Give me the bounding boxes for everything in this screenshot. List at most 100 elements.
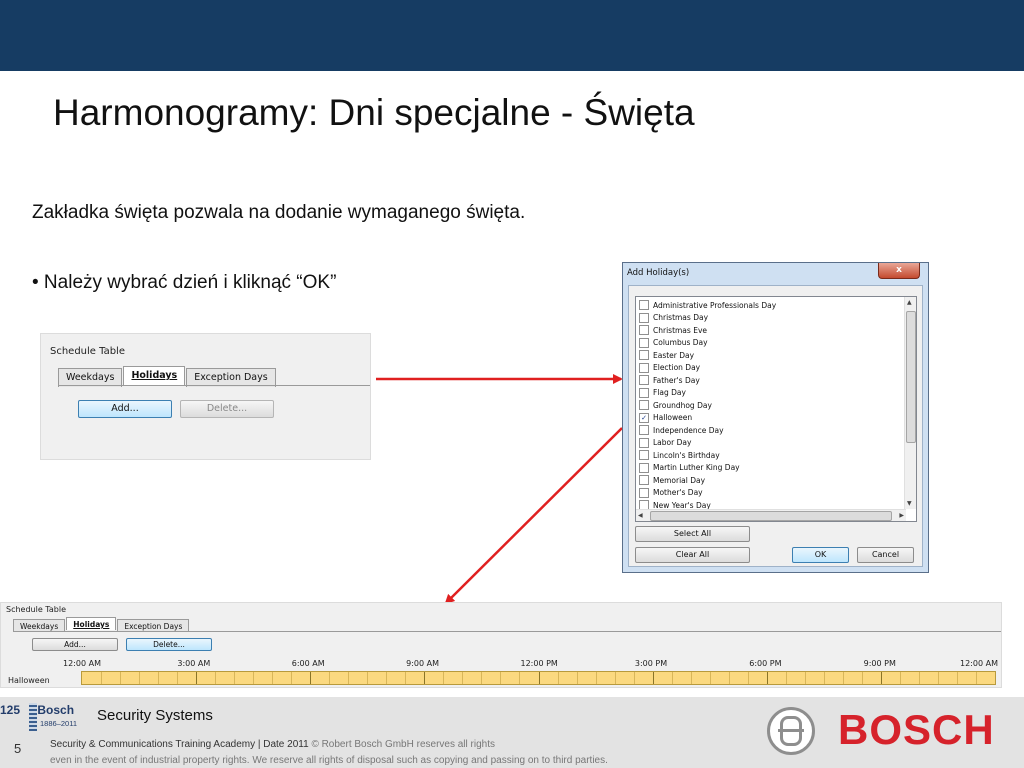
scroll-right-icon[interactable]: ▶ xyxy=(899,512,904,519)
select-all-button[interactable]: Select All xyxy=(635,526,750,542)
timeline-divider xyxy=(823,672,825,684)
timeline-divider xyxy=(842,672,844,684)
holiday-list: Administrative Professionals Day Christma… xyxy=(635,296,917,522)
timeline-divider xyxy=(101,672,103,684)
holiday-list-item[interactable]: Christmas Eve xyxy=(636,324,906,337)
time-label: 3:00 AM xyxy=(177,659,211,668)
tab-holidays[interactable]: Holidays xyxy=(66,617,117,630)
holiday-checkbox[interactable] xyxy=(639,400,649,411)
horizontal-scrollbar[interactable]: ◀ ▶ xyxy=(636,509,906,521)
holiday-list-item[interactable]: Labor Day xyxy=(636,437,906,450)
holiday-checkbox[interactable] xyxy=(639,387,649,398)
footer: 125 Bosch 1886–2011 Security Systems 5 S… xyxy=(0,697,1024,768)
add-button[interactable]: Add... xyxy=(32,638,118,651)
time-label: 6:00 AM xyxy=(291,659,325,668)
holiday-checkbox[interactable] xyxy=(639,437,649,448)
timeline-divider xyxy=(519,672,521,684)
bosch-wordmark: BOSCH xyxy=(838,706,995,753)
holiday-list-item[interactable]: Groundhog Day xyxy=(636,399,906,412)
holiday-list-item[interactable]: Christmas Day xyxy=(636,312,906,325)
timeline-divider xyxy=(918,672,920,684)
cancel-button[interactable]: Cancel xyxy=(857,547,914,563)
timeline-divider xyxy=(956,672,958,684)
horizontal-scroll-thumb[interactable] xyxy=(650,511,892,521)
delete-button[interactable]: Delete... xyxy=(126,638,212,651)
timeline-divider xyxy=(177,672,179,684)
timeline-divider xyxy=(937,672,939,684)
holiday-list-item[interactable]: Election Day xyxy=(636,362,906,375)
holiday-list-item[interactable]: Mother's Day xyxy=(636,487,906,500)
vertical-scrollbar[interactable]: ▲ ▼ xyxy=(904,297,916,509)
timeline-divider xyxy=(500,672,502,684)
timeline-divider xyxy=(595,672,597,684)
holiday-label: Christmas Eve xyxy=(653,325,707,335)
holiday-checkbox[interactable] xyxy=(639,462,649,473)
timeline-divider xyxy=(633,672,635,684)
holiday-list-item[interactable]: ✓ Halloween xyxy=(636,412,906,425)
holiday-checkbox[interactable] xyxy=(639,475,649,486)
holiday-checkbox[interactable] xyxy=(639,312,649,323)
holiday-checkbox[interactable] xyxy=(639,350,649,361)
time-label: 9:00 AM xyxy=(406,659,440,668)
timeline-divider xyxy=(139,672,141,684)
timeline-divider xyxy=(196,672,198,684)
holiday-label: Columbus Day xyxy=(653,338,708,348)
vertical-scroll-thumb[interactable] xyxy=(906,311,916,443)
holiday-list-item[interactable]: Administrative Professionals Day xyxy=(636,299,906,312)
time-label: 9:00 PM xyxy=(863,659,896,668)
close-icon[interactable]: x xyxy=(878,263,920,279)
holiday-checkbox[interactable] xyxy=(639,300,649,311)
holiday-list-item[interactable]: Memorial Day xyxy=(636,474,906,487)
timeline-divider xyxy=(671,672,673,684)
timeline-divider xyxy=(386,672,388,684)
holiday-label: Christmas Day xyxy=(653,313,709,323)
timeline-divider xyxy=(272,672,274,684)
timeline-divider xyxy=(424,672,426,684)
timeline-divider xyxy=(709,672,711,684)
anniversary-logo: 125 Bosch xyxy=(0,703,74,717)
timeline-divider xyxy=(291,672,293,684)
clear-all-button[interactable]: Clear All xyxy=(635,547,750,563)
halloween-timeline[interactable] xyxy=(81,671,996,685)
timeline-divider xyxy=(443,672,445,684)
holiday-checkbox[interactable]: ✓ xyxy=(639,412,649,423)
scroll-left-icon[interactable]: ◀ xyxy=(638,512,643,519)
holiday-list-item[interactable]: Easter Day xyxy=(636,349,906,362)
holiday-checkbox[interactable] xyxy=(639,425,649,436)
holiday-list-item[interactable]: Columbus Day xyxy=(636,337,906,350)
timeline-divider xyxy=(652,672,654,684)
holiday-label: Mother's Day xyxy=(653,488,703,498)
time-label: 3:00 PM xyxy=(634,659,668,668)
holiday-checkbox[interactable] xyxy=(639,337,649,348)
holiday-label: Groundhog Day xyxy=(653,400,712,410)
holiday-label: Father's Day xyxy=(653,375,700,385)
holiday-checkbox[interactable] xyxy=(639,375,649,386)
page-number: 5 xyxy=(14,741,22,756)
holiday-checkbox[interactable] xyxy=(639,325,649,336)
timeline-divider xyxy=(462,672,464,684)
anniversary-years: 1886–2011 xyxy=(40,719,77,728)
disclaimer-text: even in the event of industrial property… xyxy=(50,755,608,766)
holiday-label: Flag Day xyxy=(653,388,686,398)
academy-text: Security & Communications Training Acade… xyxy=(50,739,309,750)
ok-button[interactable]: OK xyxy=(792,547,849,563)
time-label: 12:00 PM xyxy=(520,659,558,668)
timeline-divider xyxy=(310,672,312,684)
anniversary-bars-icon xyxy=(29,703,37,731)
scroll-down-icon[interactable]: ▼ xyxy=(907,500,912,507)
holiday-list-item[interactable]: Flag Day xyxy=(636,387,906,400)
holiday-label: Halloween xyxy=(653,413,693,423)
timeline-divider xyxy=(120,672,122,684)
holiday-list-item[interactable]: Martin Luther King Day xyxy=(636,462,906,475)
scroll-up-icon[interactable]: ▲ xyxy=(907,299,912,306)
timeline-divider xyxy=(728,672,730,684)
holiday-list-item[interactable]: Father's Day xyxy=(636,374,906,387)
arrow-to-result xyxy=(444,427,623,605)
holiday-checkbox[interactable] xyxy=(639,362,649,373)
holiday-list-item[interactable]: Lincoln's Birthday xyxy=(636,449,906,462)
holiday-checkbox[interactable] xyxy=(639,487,649,498)
holiday-checkbox[interactable] xyxy=(639,450,649,461)
dialog-title: Add Holiday(s) xyxy=(627,268,690,278)
holiday-list-item[interactable]: Independence Day xyxy=(636,424,906,437)
time-label: 12:00 AM xyxy=(960,659,998,668)
